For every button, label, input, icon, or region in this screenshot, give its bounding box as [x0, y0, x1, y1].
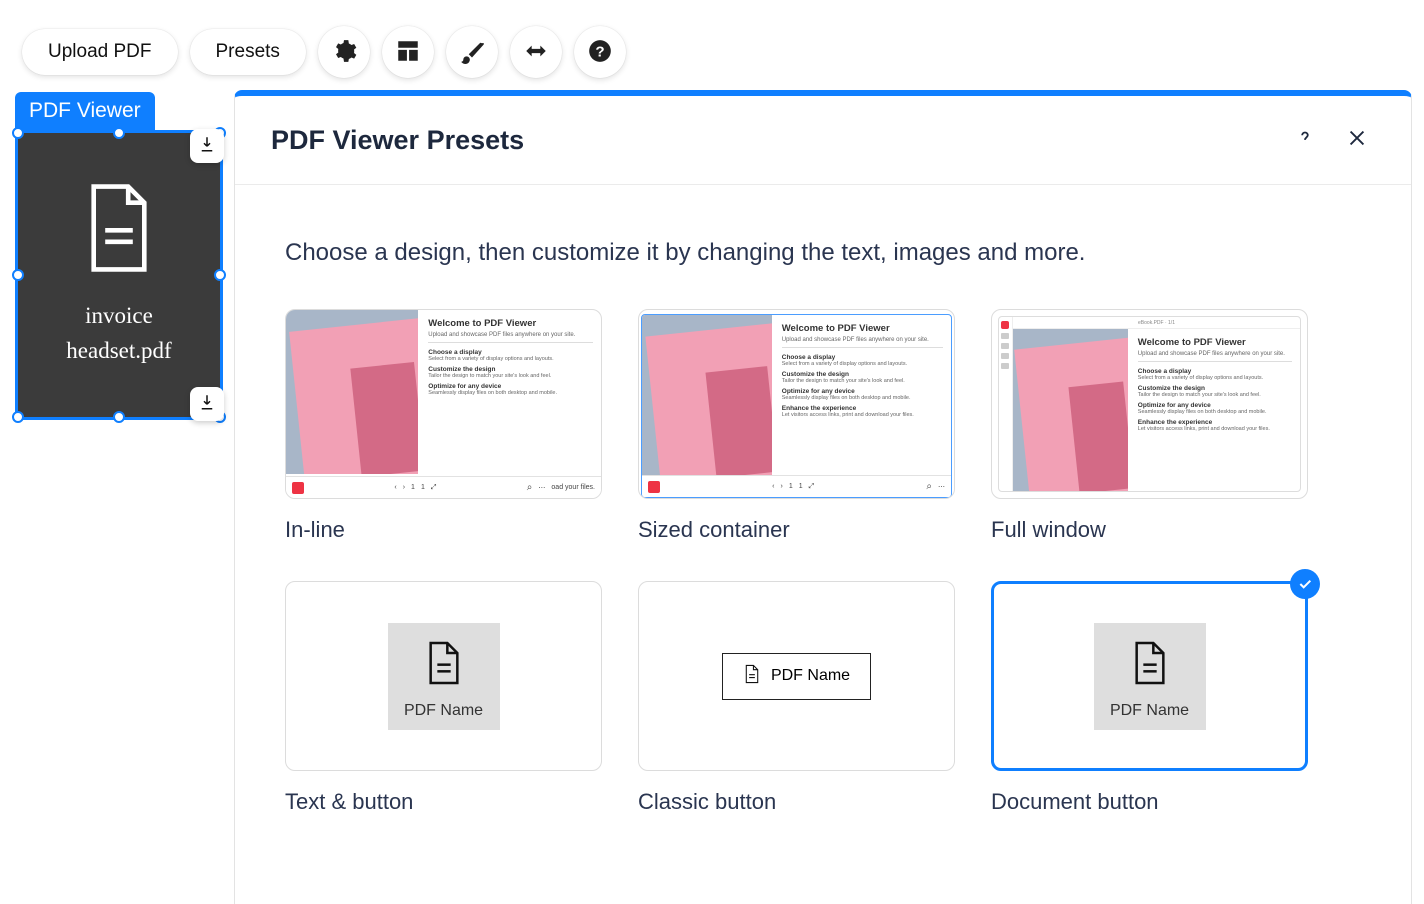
close-icon: [1346, 127, 1368, 154]
brush-icon: [459, 38, 485, 67]
file-name: invoice headset.pdf: [66, 299, 171, 368]
presets-panel: PDF Viewer Presets Choose a design, then…: [234, 90, 1412, 904]
preset-label: Sized container: [638, 517, 955, 543]
preset-label: Classic button: [638, 789, 955, 815]
file-icon: [743, 664, 761, 689]
resize-handle[interactable]: [214, 269, 226, 281]
preset-document-button[interactable]: PDF Name Document button: [991, 581, 1308, 815]
presets-subtitle: Choose a design, then customize it by ch…: [285, 239, 1361, 267]
search-icon: ⌕: [527, 482, 533, 493]
preset-full-window[interactable]: eBook.PDF · 1/1 Welcome to PDF Viewer Up…: [991, 309, 1308, 543]
file-icon: [81, 182, 157, 279]
layout-button[interactable]: [382, 26, 434, 78]
download-chip[interactable]: [190, 129, 224, 163]
file-icon: [1130, 639, 1170, 692]
preset-sized-container[interactable]: Welcome to PDF Viewer Upload and showcas…: [638, 309, 955, 543]
pdf-viewer-widget[interactable]: PDF Viewer invoice headset.pdf: [15, 92, 223, 420]
file-icon: [424, 639, 464, 692]
pdf-name-label: PDF Name: [771, 667, 850, 685]
panel-help-button[interactable]: [1287, 122, 1323, 158]
upload-pdf-button[interactable]: Upload PDF: [22, 29, 178, 75]
preset-label: In-line: [285, 517, 602, 543]
svg-text:?: ?: [595, 43, 604, 60]
resize-handle[interactable]: [12, 411, 24, 423]
pdf-name-label: PDF Name: [404, 702, 483, 720]
presets-header: PDF Viewer Presets: [235, 96, 1411, 185]
resize-handle[interactable]: [12, 269, 24, 281]
pdf-name-label: PDF Name: [1110, 702, 1189, 720]
preset-text-button[interactable]: PDF Name Text & button: [285, 581, 602, 815]
design-button[interactable]: [446, 26, 498, 78]
stretch-button[interactable]: [510, 26, 562, 78]
preset-inline[interactable]: Welcome to PDF Viewer Upload and showcas…: [285, 309, 602, 543]
widget-title: PDF Viewer: [15, 92, 155, 130]
gear-icon: [331, 38, 357, 67]
download-icon: [198, 393, 216, 416]
widget-body[interactable]: invoice headset.pdf: [15, 130, 223, 420]
presets-grid: Welcome to PDF Viewer Upload and showcas…: [285, 309, 1361, 815]
pdf-icon: [648, 481, 660, 493]
resize-handle[interactable]: [113, 411, 125, 423]
selected-check-icon: [1290, 569, 1320, 599]
presets-title: PDF Viewer Presets: [271, 125, 1271, 156]
download-chip[interactable]: [190, 387, 224, 421]
preset-label: Text & button: [285, 789, 602, 815]
preset-classic-button[interactable]: PDF Name Classic button: [638, 581, 955, 815]
preset-label: Full window: [991, 517, 1308, 543]
search-icon: ⌕: [926, 481, 932, 492]
pdf-icon: [292, 482, 304, 494]
layout-icon: [395, 38, 421, 67]
download-icon: [198, 135, 216, 158]
help-icon: ?: [587, 38, 613, 67]
help-button[interactable]: ?: [574, 26, 626, 78]
resize-handle[interactable]: [113, 127, 125, 139]
resize-handle[interactable]: [12, 127, 24, 139]
settings-button[interactable]: [318, 26, 370, 78]
toolbar: Upload PDF Presets ?: [0, 0, 1424, 78]
panel-close-button[interactable]: [1339, 122, 1375, 158]
help-icon: [1294, 127, 1316, 154]
presets-button[interactable]: Presets: [190, 29, 306, 75]
preset-label: Document button: [991, 789, 1308, 815]
horizontal-arrows-icon: [523, 38, 549, 67]
